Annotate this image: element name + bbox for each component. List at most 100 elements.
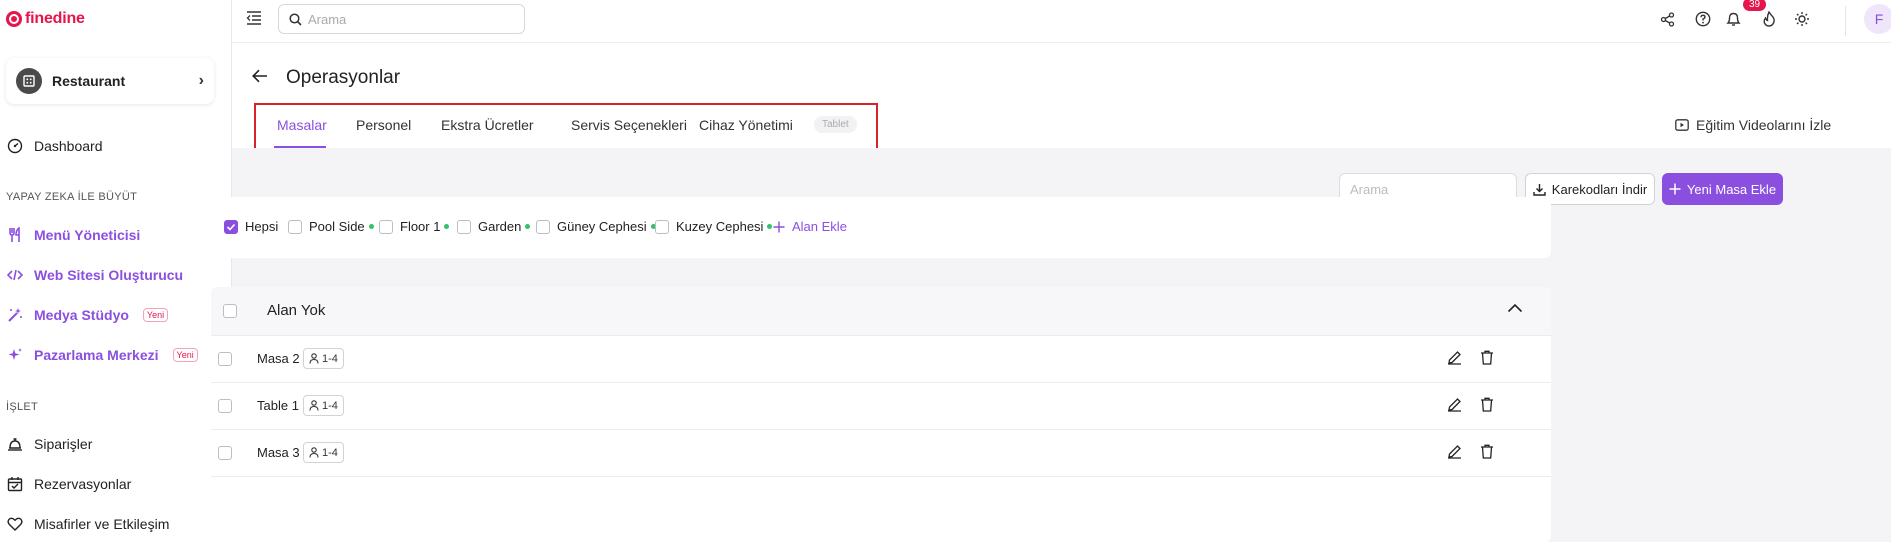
row-select-checkbox[interactable]: [218, 446, 232, 460]
theme-sun-icon[interactable]: [1792, 9, 1812, 29]
area-filter-card: Hepsi Pool Side Floor 1 Garden Güney Cep…: [211, 197, 1551, 258]
sidebar-item-marketing-center[interactable]: Pazarlama Merkezi Yeni: [6, 346, 198, 364]
capacity-value: 1-4: [322, 446, 338, 459]
checkbox[interactable]: [379, 219, 393, 234]
sidebar-item-label: Menü Yöneticisi: [34, 227, 141, 243]
sidebar-item-media-studio[interactable]: Medya Stüdyo Yeni: [6, 306, 169, 324]
checkbox[interactable]: [288, 219, 302, 234]
tab-personel[interactable]: Personel: [356, 117, 411, 133]
sidebar-item-dashboard[interactable]: Dashboard: [6, 137, 103, 155]
user-avatar[interactable]: F: [1864, 4, 1891, 34]
add-area-button[interactable]: Alan Ekle: [773, 219, 847, 234]
checkbox-checked[interactable]: [224, 219, 238, 234]
brand-logo[interactable]: finedine: [6, 10, 85, 28]
sidebar-item-orders[interactable]: Siparişler: [6, 435, 92, 453]
table-row: Masa 3 1-4: [211, 430, 1551, 477]
active-status-dot: [767, 224, 773, 229]
checkbox[interactable]: [536, 219, 550, 234]
checkbox[interactable]: [655, 219, 669, 234]
filter-label: Pool Side: [309, 219, 365, 234]
filter-all[interactable]: Hepsi: [224, 219, 278, 234]
capacity-value: 1-4: [322, 352, 338, 365]
active-status-dot: [368, 224, 374, 229]
flame-icon[interactable]: [1759, 9, 1779, 29]
sidebar-item-reservations[interactable]: Rezervasyonlar: [6, 475, 131, 493]
global-search-input[interactable]: [308, 11, 508, 27]
checkbox[interactable]: [457, 219, 471, 234]
tablet-badge: Tablet: [814, 116, 857, 133]
table-name: Table 1: [257, 398, 299, 413]
table-name: Masa 3: [257, 445, 300, 460]
edit-pencil-icon[interactable]: [1447, 444, 1462, 459]
brand-name: finedine: [25, 10, 85, 27]
sidebar-item-menu-manager[interactable]: Menü Yöneticisi: [6, 226, 140, 244]
filter-area[interactable]: Kuzey Cephesi: [655, 219, 773, 234]
global-search[interactable]: [278, 4, 525, 34]
sidebar-item-label: Web Sitesi Oluşturucu: [34, 267, 184, 283]
tables-group-card: Alan Yok Masa 2 1-4 Table 1 1-4 Masa 3 1…: [211, 287, 1551, 542]
page-header: Operasyonlar Masalar Personel Ekstra Ücr…: [232, 43, 1891, 155]
bell-icon[interactable]: [1723, 9, 1743, 29]
tab-servis-secenekleri[interactable]: Servis Seçenekleri: [571, 117, 687, 133]
add-new-table-button[interactable]: Yeni Masa Ekle: [1662, 173, 1783, 205]
table-search-input[interactable]: [1340, 181, 1526, 197]
add-new-table-label: Yeni Masa Ekle: [1686, 181, 1777, 197]
code-icon: [6, 266, 24, 284]
education-videos-label: Eğitim Videolarını İzle: [1696, 117, 1832, 133]
sidebar-item-guests[interactable]: Misafirler ve Etkileşim: [6, 515, 169, 533]
share-icon[interactable]: [1657, 9, 1677, 29]
sidebar-item-website-builder[interactable]: Web Sitesi Oluşturucu: [6, 266, 183, 284]
bell-service-icon: [6, 435, 24, 453]
sidebar-item-label: Siparişler: [34, 436, 93, 452]
trash-icon[interactable]: [1480, 397, 1494, 412]
add-area-label: Alan Ekle: [792, 219, 847, 234]
sidebar-toggle-icon[interactable]: [246, 11, 262, 25]
row-select-checkbox[interactable]: [218, 399, 232, 413]
active-status-dot: [525, 224, 531, 229]
heart-icon: [6, 515, 24, 533]
topbar-divider: [1845, 6, 1846, 36]
chevron-up-icon[interactable]: [1507, 303, 1523, 313]
tab-cihaz-yonetimi[interactable]: Cihaz Yönetimi: [699, 117, 793, 133]
search-icon: [289, 12, 302, 26]
section-label-business: İŞLET: [6, 401, 39, 413]
back-arrow-icon[interactable]: [252, 69, 268, 83]
capacity-value: 1-4: [322, 399, 338, 412]
restaurant-selector[interactable]: Restaurant ›: [6, 58, 214, 104]
person-icon: [309, 400, 319, 411]
new-badge: Yeni: [142, 308, 169, 322]
tab-ekstra-ucretler[interactable]: Ekstra Ücretler: [441, 117, 534, 133]
education-videos-link[interactable]: Eğitim Videolarını İzle: [1675, 117, 1831, 133]
table-row: Masa 2 1-4: [211, 336, 1551, 383]
download-icon: [1533, 183, 1546, 196]
trash-icon[interactable]: [1480, 350, 1494, 365]
row-select-checkbox[interactable]: [218, 352, 232, 366]
filter-area[interactable]: Floor 1: [379, 219, 450, 234]
group-select-checkbox[interactable]: [223, 304, 237, 318]
filter-area[interactable]: Güney Cephesi: [536, 219, 656, 234]
trash-icon[interactable]: [1480, 444, 1494, 459]
capacity-badge: 1-4: [303, 395, 344, 416]
filter-area[interactable]: Pool Side: [288, 219, 374, 234]
filter-label: Hepsi: [245, 219, 279, 234]
capacity-badge: 1-4: [303, 348, 344, 369]
download-qr-codes-label: Karekodları İndir: [1551, 181, 1648, 197]
sidebar: finedine Restaurant › Dashboard YAPAY ZE…: [0, 0, 232, 542]
sidebar-item-label: Medya Stüdyo: [34, 307, 129, 323]
filter-label: Kuzey Cephesi: [676, 219, 764, 234]
tab-masalar[interactable]: Masalar: [277, 117, 327, 133]
section-label-ai: YAPAY ZEKA İLE BÜYÜT: [6, 191, 138, 203]
utensils-icon: [6, 226, 24, 244]
group-header: Alan Yok: [211, 287, 1551, 336]
group-name: Alan Yok: [267, 302, 326, 319]
filter-area[interactable]: Garden: [457, 219, 531, 234]
edit-pencil-icon[interactable]: [1447, 350, 1462, 365]
edit-pencil-icon[interactable]: [1447, 397, 1462, 412]
person-icon: [309, 353, 319, 364]
table-row: Table 1 1-4: [211, 383, 1551, 430]
help-icon[interactable]: [1693, 9, 1713, 29]
sidebar-item-label: Pazarlama Merkezi: [34, 347, 159, 363]
table-name: Masa 2: [257, 351, 300, 366]
restaurant-label: Restaurant: [52, 73, 126, 89]
plus-icon: [773, 221, 785, 233]
